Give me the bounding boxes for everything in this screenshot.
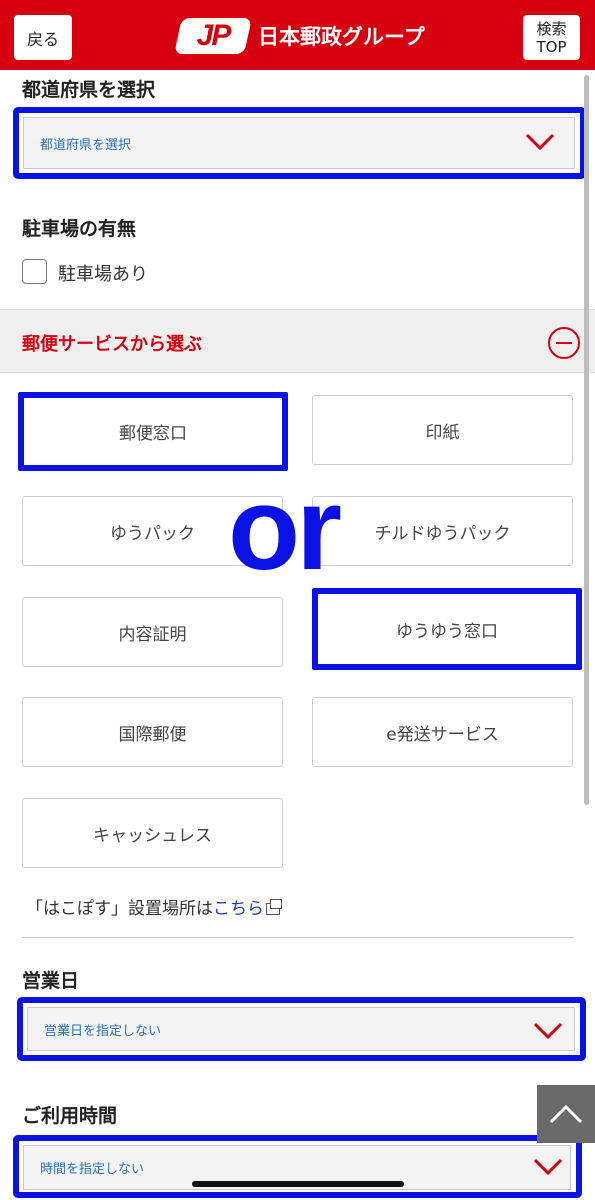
- usage-time-select-value: 時間を指定しない: [40, 1162, 145, 1177]
- japan-post-logo[interactable]: JP 日本郵政グループ: [174, 18, 425, 54]
- search-top-line1: 検索: [536, 19, 567, 38]
- service-stamp[interactable]: 印紙: [312, 395, 573, 465]
- service-e-shipping[interactable]: e発送サービス: [312, 697, 573, 767]
- business-day-select-value: 営業日を指定しない: [44, 1023, 162, 1039]
- postal-services-header[interactable]: 郵便サービスから選ぶ: [0, 309, 595, 373]
- chevron-down-icon: [525, 133, 555, 151]
- or-annotation: or: [228, 463, 342, 595]
- hakopos-note: 「はこぽす」設置場所はこちら: [26, 894, 282, 919]
- service-content-certification[interactable]: 内容証明: [22, 597, 283, 667]
- home-indicator[interactable]: [192, 1181, 404, 1187]
- service-chilled-yu-pack[interactable]: チルドゆうパック: [312, 496, 573, 566]
- business-day-select[interactable]: 営業日を指定しない: [27, 1007, 575, 1051]
- chevron-down-icon: [533, 1158, 563, 1176]
- service-label: ゆうパック: [110, 523, 195, 544]
- divider: [22, 937, 574, 938]
- service-label: 国際郵便: [118, 724, 187, 745]
- service-label: 郵便窓口: [119, 424, 187, 444]
- service-label: e発送サービス: [386, 724, 499, 745]
- hakopos-prefix: 「はこぽす」設置場所は: [26, 899, 213, 919]
- service-cashless[interactable]: キャッシュレス: [22, 798, 283, 868]
- scroll-to-top-button[interactable]: [537, 1085, 595, 1143]
- business-day-label: 営業日: [22, 970, 80, 992]
- service-yuyu-counter[interactable]: ゆうゆう窓口: [312, 588, 582, 670]
- back-button[interactable]: 戻る: [14, 15, 72, 60]
- prefecture-select-value: 都道府県を選択: [40, 137, 132, 153]
- postal-services-title: 郵便サービスから選ぶ: [22, 334, 202, 355]
- usage-time-label: ご利用時間: [22, 1105, 118, 1127]
- logo-text: 日本郵政グループ: [258, 25, 425, 49]
- service-label: ゆうゆう窓口: [396, 621, 498, 642]
- service-label: 印紙: [425, 422, 460, 443]
- prefecture-label: 都道府県を選択: [22, 79, 156, 101]
- jp-logo-mark: JP: [174, 18, 252, 54]
- service-postal-counter[interactable]: 郵便窓口: [18, 392, 288, 471]
- service-label: キャッシュレス: [93, 825, 212, 846]
- service-label: チルドゆうパック: [374, 523, 511, 544]
- external-link-icon: [266, 899, 282, 915]
- service-international-mail[interactable]: 国際郵便: [22, 697, 283, 767]
- hakopos-link[interactable]: こちら: [213, 899, 264, 919]
- chevron-up-icon: [549, 1104, 583, 1124]
- parking-label: 駐車場の有無: [22, 218, 137, 240]
- chevron-down-icon: [533, 1022, 563, 1040]
- search-top-button[interactable]: 検索 TOP: [523, 15, 580, 60]
- page-scrollbar[interactable]: [584, 75, 589, 805]
- service-label: 内容証明: [118, 624, 187, 645]
- parking-checkbox[interactable]: [22, 259, 47, 284]
- minus-circle-icon[interactable]: [548, 327, 580, 359]
- parking-checkbox-label[interactable]: 駐車場あり: [58, 260, 148, 286]
- search-top-line2: TOP: [536, 37, 567, 56]
- app-header: 戻る JP 日本郵政グループ 検索 TOP: [0, 0, 595, 70]
- prefecture-select[interactable]: 都道府県を選択: [23, 117, 575, 169]
